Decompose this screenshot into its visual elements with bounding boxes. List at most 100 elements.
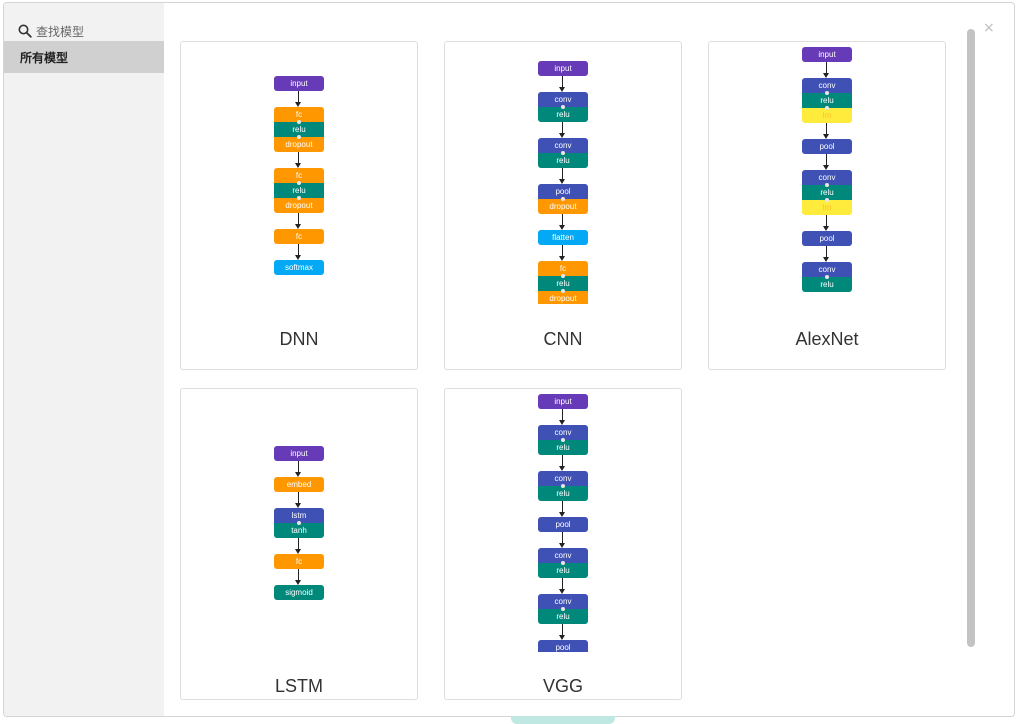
connector-arrow xyxy=(274,152,324,168)
connector-arrow xyxy=(274,538,324,554)
connector-arrow xyxy=(538,122,588,138)
connector-arrow xyxy=(274,461,324,477)
close-icon[interactable]: × xyxy=(983,21,995,35)
connector-arrow xyxy=(538,624,588,640)
layer-node-lrn: lrn xyxy=(802,106,852,123)
layer-group: input xyxy=(802,47,852,62)
layer-node-relu: relu xyxy=(802,275,852,292)
layer-node-dropout: dropout xyxy=(538,289,588,304)
connector-arrow xyxy=(274,213,324,229)
model-title: AlexNet xyxy=(795,329,859,349)
layer-group: conv relu xyxy=(538,425,588,455)
layer-node-dropout: dropout xyxy=(274,135,324,152)
layer-node-sigmoid: sigmoid xyxy=(274,585,324,600)
layer-node-softmax: softmax xyxy=(274,260,324,275)
layer-group: fc xyxy=(274,554,324,569)
connector-arrow xyxy=(274,91,324,107)
network-diagram: input embed lstm tanh fc sigmoid xyxy=(181,446,417,606)
layer-node-relu: relu xyxy=(538,607,588,624)
network-diagram: input fc relu dropout fc relu dropout fc softmax xyxy=(181,76,417,306)
connector-arrow xyxy=(538,455,588,471)
connector-arrow xyxy=(802,62,852,78)
layer-group: pool xyxy=(538,517,588,532)
layer-group: conv relu lrn xyxy=(802,78,852,123)
scrollbar-thumb[interactable] xyxy=(967,29,975,647)
layer-node-flatten: flatten xyxy=(538,230,588,245)
scrollbar[interactable] xyxy=(963,25,979,701)
search-box[interactable]: 查找模型 xyxy=(18,21,84,41)
connector-arrow xyxy=(538,578,588,594)
layer-node-fc: fc xyxy=(274,554,324,569)
model-card-alexnet[interactable]: input conv relu lrn pool conv relu lrn pool conv r… xyxy=(708,41,946,370)
sidebar-item-all-models[interactable]: 所有模型 xyxy=(4,41,164,73)
network-diagram: input conv relu conv relu pool conv relu conv rel… xyxy=(445,394,681,652)
layer-node-pool: pool xyxy=(802,139,852,154)
model-card-vgg[interactable]: input conv relu conv relu pool conv relu conv rel… xyxy=(444,388,682,700)
layer-group: input xyxy=(274,76,324,91)
layer-node-relu: relu xyxy=(538,561,588,578)
connector-arrow xyxy=(538,409,588,425)
connector-arrow xyxy=(274,569,324,585)
layer-node-input: input xyxy=(274,76,324,91)
network-diagram: input conv relu conv relu pool dropout flatten f… xyxy=(445,61,681,304)
layer-node-tanh: tanh xyxy=(274,521,324,538)
connector-arrow xyxy=(538,501,588,517)
layer-group: sigmoid xyxy=(274,585,324,600)
layer-group: input xyxy=(538,394,588,409)
layer-node-input: input xyxy=(538,394,588,409)
connector-arrow xyxy=(538,76,588,92)
layer-group: pool xyxy=(802,139,852,154)
layer-group: flatten xyxy=(538,230,588,245)
layer-node-lrn: lrn xyxy=(802,198,852,215)
bottom-tab-hint xyxy=(511,716,615,724)
layer-group: pool xyxy=(538,640,588,652)
layer-node-input: input xyxy=(802,47,852,62)
layer-node-input: input xyxy=(538,61,588,76)
model-picker-dialog: 查找模型 所有模型 × input fc relu dropout fc relu drop… xyxy=(3,2,1015,717)
layer-node-dropout: dropout xyxy=(274,196,324,213)
layer-group: input xyxy=(538,61,588,76)
connector-arrow xyxy=(538,214,588,230)
connector-arrow xyxy=(538,532,588,548)
layer-group: softmax xyxy=(274,260,324,275)
model-card-dnn[interactable]: input fc relu dropout fc relu dropout fc softmax… xyxy=(180,41,418,370)
layer-group: fc relu dropout xyxy=(274,168,324,213)
search-input[interactable]: 查找模型 xyxy=(36,23,84,40)
layer-node-relu: relu xyxy=(538,105,588,122)
model-title: CNN xyxy=(543,329,583,349)
layer-group: conv relu xyxy=(802,262,852,292)
connector-arrow xyxy=(802,154,852,170)
layer-node-input: input xyxy=(274,446,324,461)
layer-node-pool: pool xyxy=(802,231,852,246)
model-card-lstm[interactable]: input embed lstm tanh fc sigmoid LSTM xyxy=(180,388,418,700)
connector-arrow xyxy=(538,168,588,184)
layer-node-fc: fc xyxy=(274,229,324,244)
connector-arrow xyxy=(802,215,852,231)
layer-group: pool dropout xyxy=(538,184,588,214)
layer-node-dropout: dropout xyxy=(538,197,588,214)
sidebar-item-label: 所有模型 xyxy=(20,50,69,65)
layer-group: input xyxy=(274,446,324,461)
layer-node-pool: pool xyxy=(538,640,588,652)
layer-group: conv relu xyxy=(538,92,588,122)
layer-group: conv relu xyxy=(538,471,588,501)
layer-group: conv relu xyxy=(538,138,588,168)
connector-arrow xyxy=(802,123,852,139)
sidebar: 查找模型 所有模型 xyxy=(4,3,164,716)
network-diagram: input conv relu lrn pool conv relu lrn pool conv r… xyxy=(709,47,945,304)
model-card-cnn[interactable]: input conv relu conv relu pool dropout flatten f… xyxy=(444,41,682,370)
layer-node-relu: relu xyxy=(538,484,588,501)
connector-arrow xyxy=(274,244,324,260)
model-title: LSTM xyxy=(274,676,323,696)
layer-group: embed xyxy=(274,477,324,492)
search-icon xyxy=(18,24,32,38)
layer-group: fc relu dropout xyxy=(538,261,588,304)
layer-group: fc xyxy=(274,229,324,244)
connector-arrow xyxy=(538,245,588,261)
layer-node-relu: relu xyxy=(538,438,588,455)
layer-group: conv relu xyxy=(538,594,588,624)
connector-arrow xyxy=(802,246,852,262)
connector-arrow xyxy=(274,492,324,508)
layer-node-embed: embed xyxy=(274,477,324,492)
layer-group: pool xyxy=(802,231,852,246)
